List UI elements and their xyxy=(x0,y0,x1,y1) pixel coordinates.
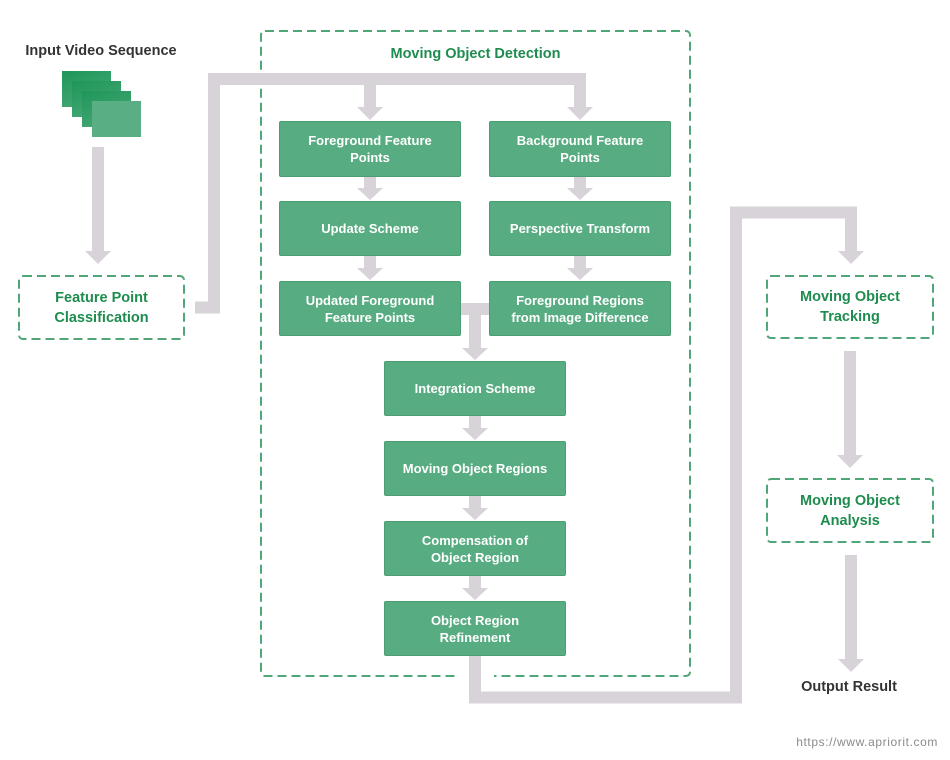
step-label-line: Update Scheme xyxy=(321,221,419,236)
node-label-line: Tracking xyxy=(820,309,880,325)
moving-object-tracking-node: Moving Object Tracking xyxy=(767,276,933,338)
step-label-line: Points xyxy=(350,150,390,165)
arrowhead-icon xyxy=(838,251,864,264)
node-label-line: Analysis xyxy=(820,512,880,529)
step-label-line: Feature Points xyxy=(324,309,416,325)
arrowhead-icon xyxy=(462,428,488,440)
step-foreground-regions-image-difference: Foreground Regions from Image Difference xyxy=(489,281,671,336)
step-label-line: Foreground Regions xyxy=(516,292,644,308)
node-label-line: Classification xyxy=(54,309,149,326)
input-video-sequence-label: Input Video Sequence xyxy=(25,43,177,59)
output-result-label: Output Result xyxy=(801,679,897,695)
arrowhead-icon xyxy=(567,268,593,280)
arrowhead-icon xyxy=(85,251,111,264)
step-label-line: Perspective Transform xyxy=(509,221,651,236)
step-label-line: Object Region xyxy=(430,612,520,628)
step-integration-scheme: Integration Scheme xyxy=(384,361,566,416)
step-label-line: from Image Difference xyxy=(511,309,649,325)
video-frame xyxy=(92,101,141,137)
connector-classification-to-branches xyxy=(195,73,586,314)
step-label-line: Refinement xyxy=(439,629,511,645)
step-perspective-transform: Perspective Transform xyxy=(489,201,671,256)
arrowhead-icon xyxy=(357,268,383,280)
arrowhead-icon xyxy=(567,188,593,200)
step-label-line: Points xyxy=(560,150,600,165)
step-object-region-refinement: Object Region Refinement xyxy=(384,601,566,656)
arrowhead-icon xyxy=(567,107,593,120)
arrowhead-icon xyxy=(357,107,383,120)
step-update-scheme: Update Scheme xyxy=(279,201,461,256)
step-compensation-of-object-region: Compensation of Object Region xyxy=(384,521,566,576)
step-foreground-feature-points: Foreground Feature Points xyxy=(279,121,461,177)
step-moving-object-regions: Moving Object Regions xyxy=(384,441,566,496)
feature-point-classification-node: Feature Point Classification xyxy=(19,276,184,339)
arrowhead-icon xyxy=(837,455,863,468)
step-label-line: Object Region xyxy=(430,549,520,565)
source-url: https://www.apriorit.com xyxy=(796,735,938,749)
step-background-feature-points: Background Feature Points xyxy=(489,121,671,177)
step-label-line: Compensation of xyxy=(421,532,529,548)
arrowhead-icon xyxy=(462,348,488,360)
step-label-line: Updated Foreground xyxy=(305,292,435,308)
detection-group-title: Moving Object Detection xyxy=(390,46,561,62)
step-label-line: Background Feature xyxy=(516,133,644,148)
node-label-line: Moving Object xyxy=(800,289,900,305)
arrowhead-icon xyxy=(838,659,864,672)
arrowhead-icon xyxy=(357,188,383,200)
node-label-line: Moving Object xyxy=(800,492,900,509)
arrowhead-icon xyxy=(462,508,488,520)
arrowhead-icon xyxy=(462,588,488,600)
step-label-line: Integration Scheme xyxy=(414,381,536,396)
step-updated-foreground-feature-points: Updated Foreground Feature Points xyxy=(279,281,461,336)
step-label-line: Moving Object Regions xyxy=(402,461,548,476)
node-label-line: Feature Point xyxy=(55,289,148,306)
diagram-canvas: Input Video Sequence Feature Point Class… xyxy=(0,0,950,760)
moving-object-analysis-node: Moving Object Analysis xyxy=(767,479,933,542)
step-label-line: Foreground Feature xyxy=(308,133,432,148)
